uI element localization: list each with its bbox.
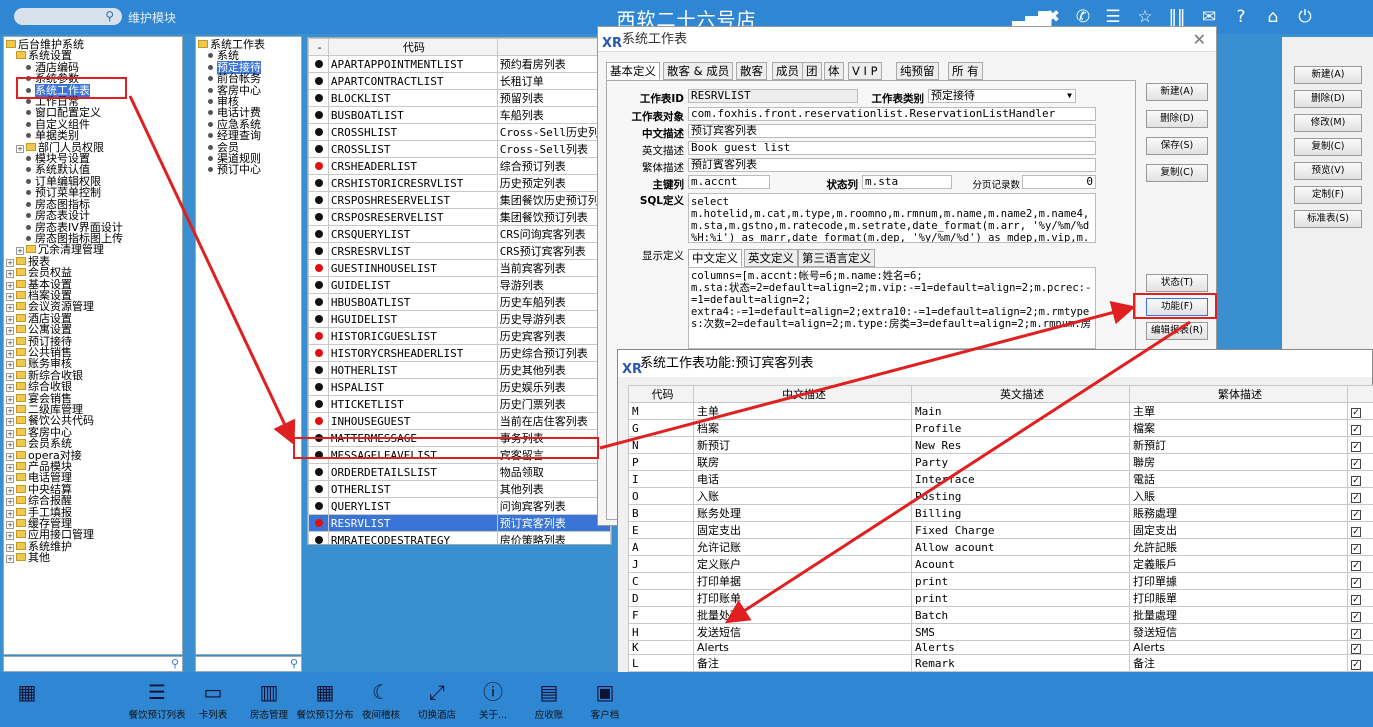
annotation-arrows xyxy=(128,95,1191,624)
